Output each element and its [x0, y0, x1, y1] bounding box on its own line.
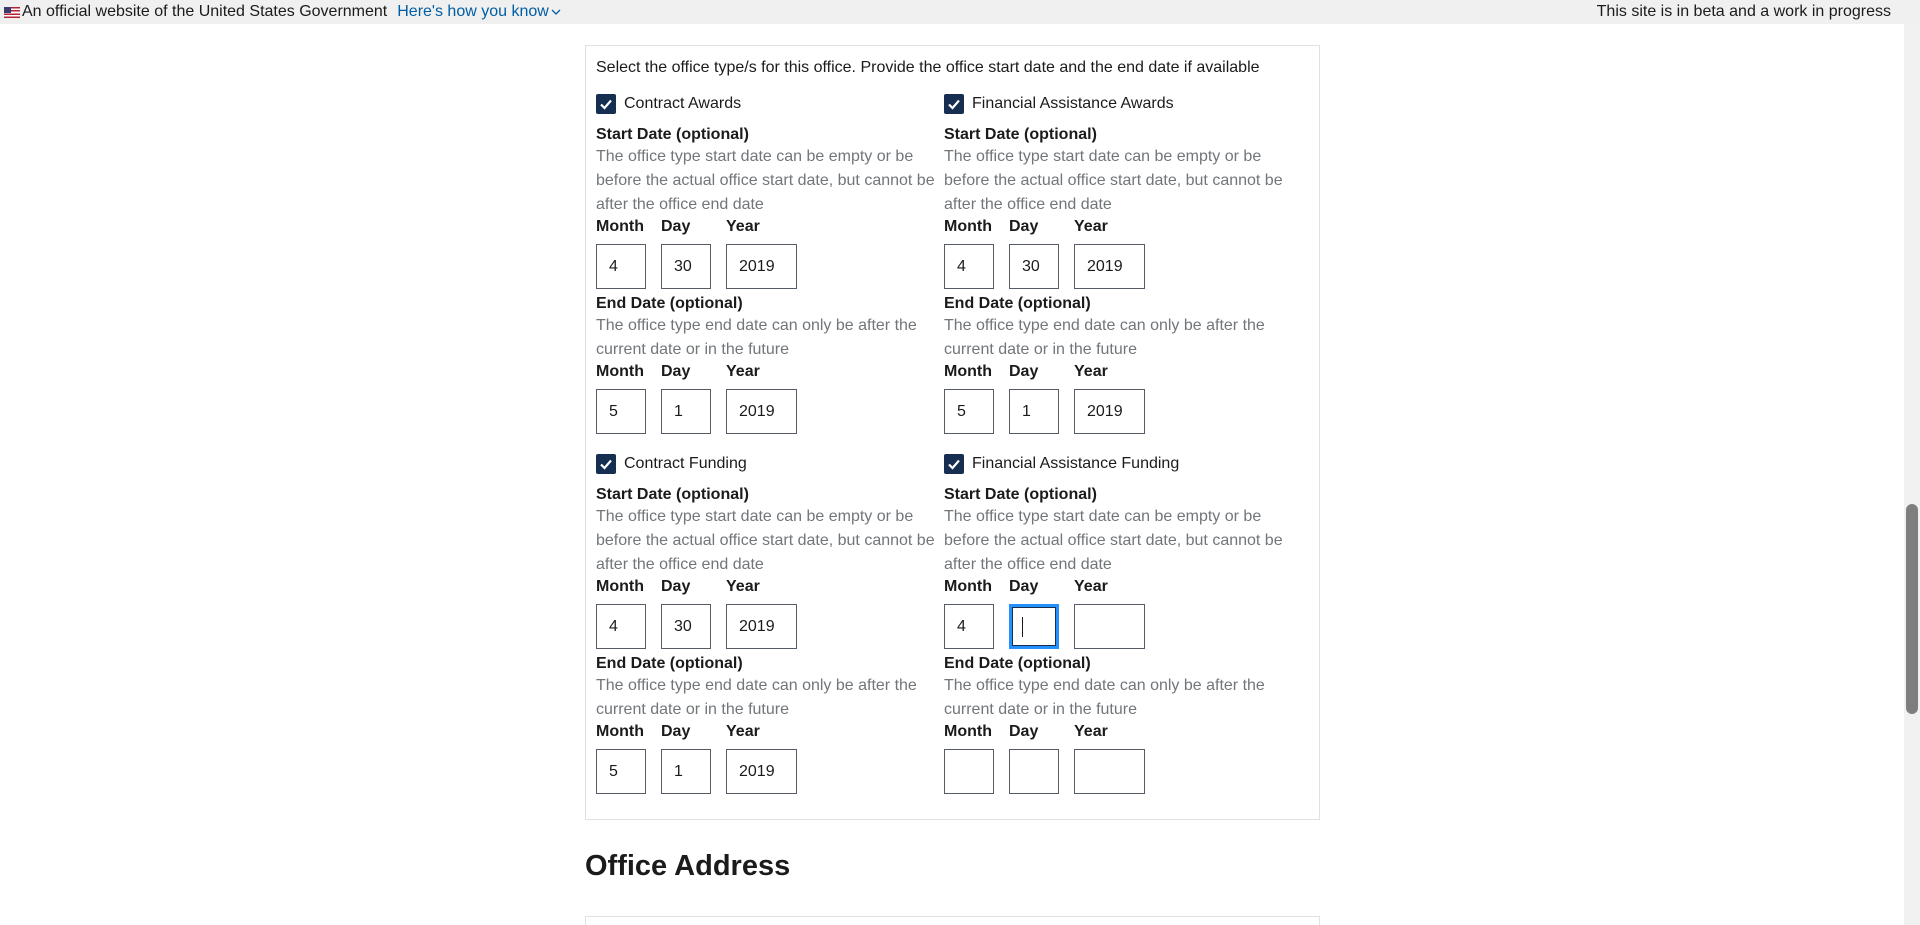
end-month-input[interactable]: 5	[596, 749, 646, 794]
checkmark-icon	[600, 99, 612, 110]
end-day-input[interactable]: 1	[661, 389, 711, 434]
start-year-input[interactable]: 2019	[1074, 244, 1145, 289]
chevron-down-icon	[551, 9, 561, 15]
checkmark-icon	[600, 459, 612, 470]
year-label: Year	[1074, 723, 1108, 740]
day-label: Day	[1009, 218, 1039, 235]
heres-how-you-know-label: Here's how you know	[397, 3, 549, 20]
financial-assistance-funding-label: Financial Assistance Funding	[972, 455, 1180, 472]
day-label: Day	[661, 218, 691, 235]
end-date-hint: The office type end date can only be aft…	[596, 317, 917, 358]
day-label: Day	[661, 723, 691, 740]
end-year-input[interactable]: 2019	[726, 749, 797, 794]
heres-how-you-know-link[interactable]: Here's how you know	[397, 3, 561, 21]
page-scrollbar[interactable]	[1904, 24, 1920, 925]
end-date-label: End Date (optional)	[596, 655, 743, 672]
start-year-input[interactable]	[1074, 604, 1145, 649]
month-label: Month	[944, 578, 992, 595]
month-label: Month	[596, 363, 644, 380]
month-label: Month	[944, 723, 992, 740]
contract-funding-label: Contract Funding	[624, 455, 747, 472]
end-date-hint: The office type end date can only be aft…	[944, 677, 1265, 718]
day-label: Day	[1009, 363, 1039, 380]
contract-awards-checkbox[interactable]	[596, 94, 616, 114]
year-label: Year	[726, 723, 760, 740]
month-label: Month	[596, 578, 644, 595]
end-date-label: End Date (optional)	[944, 655, 1091, 672]
financial-assistance-awards-label: Financial Assistance Awards	[972, 95, 1174, 112]
us-flag-icon	[4, 6, 20, 18]
beta-notice: This site is in beta and a work in progr…	[1596, 3, 1891, 20]
month-label: Month	[944, 218, 992, 235]
start-day-input-focused[interactable]	[1009, 604, 1059, 649]
end-month-input[interactable]: 5	[944, 389, 994, 434]
office-type-instruction: Select the office type/s for this office…	[596, 59, 1260, 76]
end-date-hint: The office type end date can only be aft…	[944, 317, 1265, 358]
month-label: Month	[944, 363, 992, 380]
start-date-hint: The office type start date can be empty …	[596, 508, 935, 573]
official-website-text: An official website of the United States…	[22, 3, 388, 20]
start-date-label: Start Date (optional)	[944, 486, 1097, 503]
office-type-panel: Select the office type/s for this office…	[585, 45, 1320, 820]
end-date-label: End Date (optional)	[944, 295, 1091, 312]
end-day-input[interactable]: 1	[661, 749, 711, 794]
end-year-input[interactable]: 2019	[1074, 389, 1145, 434]
year-label: Year	[1074, 578, 1108, 595]
gov-banner: An official website of the United States…	[0, 0, 1920, 24]
start-date-hint: The office type start date can be empty …	[596, 148, 935, 213]
financial-assistance-awards-checkbox[interactable]	[944, 94, 964, 114]
end-day-input[interactable]: 1	[1009, 389, 1059, 434]
start-day-input[interactable]: 30	[1009, 244, 1059, 289]
year-label: Year	[726, 363, 760, 380]
end-month-input[interactable]: 5	[596, 389, 646, 434]
office-type-contract-funding: Contract Funding Start Date (optional) T…	[596, 453, 946, 794]
end-date-hint: The office type end date can only be aft…	[596, 677, 917, 718]
year-label: Year	[1074, 218, 1108, 235]
end-month-input[interactable]	[944, 749, 994, 794]
day-label: Day	[661, 578, 691, 595]
start-date-label: Start Date (optional)	[596, 126, 749, 143]
start-date-label: Start Date (optional)	[596, 486, 749, 503]
scrollbar-thumb[interactable]	[1906, 504, 1918, 714]
day-label: Day	[1009, 723, 1039, 740]
day-label: Day	[661, 363, 691, 380]
end-date-label: End Date (optional)	[596, 295, 743, 312]
start-month-input[interactable]: 4	[596, 244, 646, 289]
year-label: Year	[726, 218, 760, 235]
office-type-financial-assistance-awards: Financial Assistance Awards Start Date (…	[944, 93, 1294, 434]
checkmark-icon	[948, 459, 960, 470]
contract-funding-checkbox[interactable]	[596, 454, 616, 474]
start-month-input[interactable]: 4	[596, 604, 646, 649]
end-year-input[interactable]	[1074, 749, 1145, 794]
start-day-input[interactable]: 30	[661, 604, 711, 649]
day-label: Day	[1009, 578, 1039, 595]
start-year-input[interactable]: 2019	[726, 244, 797, 289]
text-caret	[1022, 616, 1023, 637]
year-label: Year	[1074, 363, 1108, 380]
checkmark-icon	[948, 99, 960, 110]
start-date-label: Start Date (optional)	[944, 126, 1097, 143]
office-type-contract-awards: Contract Awards Start Date (optional) Th…	[596, 93, 946, 434]
start-year-input[interactable]: 2019	[726, 604, 797, 649]
office-type-financial-assistance-funding: Financial Assistance Funding Start Date …	[944, 453, 1294, 794]
end-day-input[interactable]	[1009, 749, 1059, 794]
start-date-hint: The office type start date can be empty …	[944, 508, 1283, 573]
office-address-heading: Office Address	[585, 850, 791, 882]
end-year-input[interactable]: 2019	[726, 389, 797, 434]
month-label: Month	[596, 723, 644, 740]
start-day-input[interactable]: 30	[661, 244, 711, 289]
month-label: Month	[596, 218, 644, 235]
contract-awards-label: Contract Awards	[624, 95, 742, 112]
start-month-input[interactable]: 4	[944, 604, 994, 649]
financial-assistance-funding-checkbox[interactable]	[944, 454, 964, 474]
start-date-hint: The office type start date can be empty …	[944, 148, 1283, 213]
start-month-input[interactable]: 4	[944, 244, 994, 289]
office-address-panel	[585, 916, 1320, 925]
year-label: Year	[726, 578, 760, 595]
